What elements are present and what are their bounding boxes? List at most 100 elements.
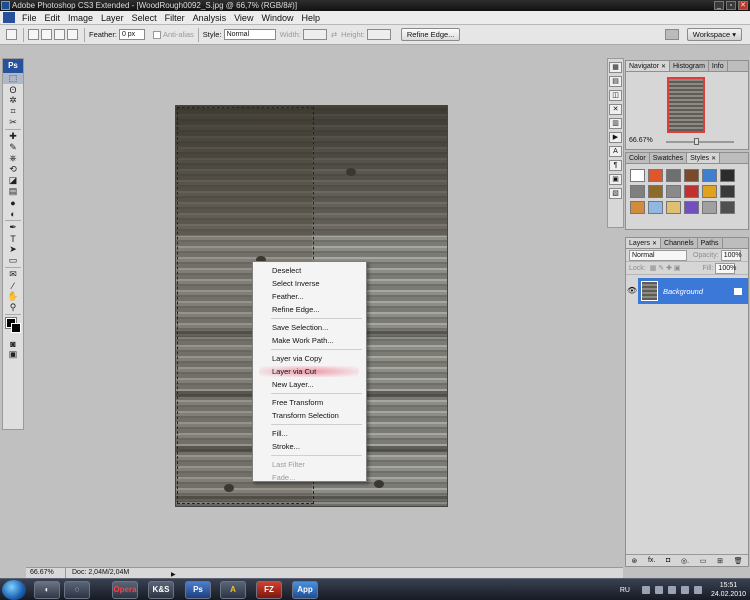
feather-input[interactable]: 0 px — [118, 29, 145, 40]
taskbar-app-a[interactable]: A — [220, 581, 246, 599]
tab-histogram[interactable]: Histogram — [670, 61, 709, 71]
maximize-button[interactable]: ▫ — [726, 1, 736, 10]
navigator-preview[interactable] — [667, 77, 705, 133]
antialias-checkbox[interactable] — [152, 30, 161, 39]
language-indicator[interactable]: RU — [620, 587, 630, 594]
menu-item-deselect[interactable]: Deselect — [253, 264, 366, 277]
crop-tool-icon[interactable]: ⌗ — [3, 106, 23, 117]
navigator-zoom-slider[interactable] — [666, 138, 734, 145]
volume-icon[interactable] — [680, 586, 689, 594]
style-swatch[interactable] — [648, 201, 663, 214]
menu-item-stroke[interactable]: Stroke... — [253, 440, 366, 453]
tab-navigator[interactable]: Navigator ✕ — [626, 61, 670, 71]
menu-item-transform-selection[interactable]: Transform Selection — [253, 409, 366, 422]
tab-info[interactable]: Info — [709, 61, 728, 71]
style-swatch[interactable] — [720, 185, 735, 198]
status-zoom[interactable]: 66.67% — [26, 568, 66, 578]
background-color-swatch[interactable] — [11, 323, 21, 333]
menu-item-select-inverse[interactable]: Select Inverse — [253, 277, 366, 290]
tray-icon[interactable] — [641, 586, 650, 594]
style-swatch[interactable] — [702, 201, 717, 214]
tray-icon[interactable] — [654, 586, 663, 594]
menu-item-feather[interactable]: Feather... — [253, 290, 366, 303]
menu-edit[interactable]: Edit — [41, 11, 65, 25]
style-swatch[interactable] — [648, 185, 663, 198]
menu-view[interactable]: View — [230, 11, 257, 25]
link-layers-icon[interactable]: ⊛ — [631, 557, 637, 565]
taskbar-icon-app[interactable]: ◌ — [64, 581, 90, 599]
tab-styles[interactable]: Styles ✕ — [687, 153, 721, 163]
menu-select[interactable]: Select — [128, 11, 161, 25]
healing-tool-icon[interactable]: ✚ — [3, 131, 23, 142]
layer-mask-icon[interactable]: ◘ — [666, 557, 670, 564]
paragraph-dock-icon[interactable]: ¶ — [609, 160, 622, 171]
style-swatch[interactable] — [630, 169, 645, 182]
network-icon[interactable] — [667, 586, 676, 594]
shape-tool-icon[interactable]: ▭ — [3, 255, 23, 266]
menu-image[interactable]: Image — [64, 11, 97, 25]
actions-dock-icon[interactable]: ▶ — [609, 132, 622, 143]
style-swatch[interactable] — [666, 201, 681, 214]
menu-item-layer-via-copy[interactable]: Layer via Copy — [253, 352, 366, 365]
layer-style-icon[interactable]: fx. — [648, 557, 655, 564]
style-swatch[interactable] — [630, 185, 645, 198]
taskbar-app-filezilla[interactable]: FZ — [256, 581, 282, 599]
fill-input[interactable]: 100% — [715, 262, 736, 274]
style-swatch[interactable] — [666, 185, 681, 198]
tab-channels[interactable]: Channels — [661, 238, 698, 248]
marquee-tool-icon[interactable]: ⬚ — [3, 73, 23, 84]
tab-layers[interactable]: Layers ✕ — [626, 238, 662, 248]
tab-swatches[interactable]: Swatches — [650, 153, 688, 163]
style-swatch[interactable] — [702, 169, 717, 182]
marquee-preset-icon[interactable] — [6, 29, 17, 40]
new-layer-icon[interactable]: ⊞ — [717, 557, 723, 565]
style-swatch[interactable] — [666, 169, 681, 182]
style-swatch[interactable] — [720, 169, 735, 182]
navigator-zoom-value[interactable]: 66.67% — [629, 137, 653, 144]
history-dock-icon[interactable]: ◫ — [609, 90, 622, 101]
tab-color[interactable]: Color — [626, 153, 650, 163]
add-selection-icon[interactable] — [41, 29, 52, 40]
color-swatches[interactable] — [3, 316, 23, 338]
menu-item-layer-via-cut[interactable]: Layer via Cut — [253, 365, 366, 378]
intersect-selection-icon[interactable] — [67, 29, 78, 40]
style-swatch[interactable] — [684, 201, 699, 214]
notes-tool-icon[interactable]: ✉ — [3, 269, 23, 280]
refine-edge-button[interactable]: Refine Edge... — [400, 28, 461, 41]
zoom-tool-icon[interactable]: ⚲ — [3, 302, 23, 313]
notes-dock-icon[interactable]: ▧ — [609, 188, 622, 199]
lock-icons[interactable]: ▦ ✎ ✚ ▣ — [650, 264, 681, 272]
menu-layer[interactable]: Layer — [97, 11, 128, 25]
screen-mode-icon[interactable]: ▣ — [3, 349, 23, 360]
gradient-tool-icon[interactable]: ▤ — [3, 186, 23, 197]
layer-comps-dock-icon[interactable]: ▥ — [609, 118, 622, 129]
clone-source-dock-icon[interactable]: ▣ — [609, 174, 622, 185]
hand-tool-icon[interactable]: ✋ — [3, 291, 23, 302]
new-group-icon[interactable]: ▭ — [700, 557, 707, 565]
opacity-input[interactable]: 100% — [720, 249, 742, 261]
eye-icon[interactable]: 👁 — [626, 278, 638, 304]
menu-item-refine-edge[interactable]: Refine Edge... — [253, 303, 366, 316]
taskbar-app-ks[interactable]: K&S — [148, 581, 174, 599]
dodge-tool-icon[interactable]: ◐ — [3, 208, 23, 219]
menu-analysis[interactable]: Analysis — [189, 11, 231, 25]
workspace-button[interactable]: Workspace ▾ — [686, 28, 742, 41]
menu-item-make-work-path[interactable]: Make Work Path... — [253, 334, 366, 347]
style-swatch[interactable] — [702, 185, 717, 198]
minimize-button[interactable]: _ — [714, 1, 724, 10]
quick-mask-icon[interactable]: ◙ — [3, 338, 23, 349]
taskbar-app-other[interactable]: App — [292, 581, 318, 599]
taskbar-app-photoshop[interactable]: Ps — [185, 581, 211, 599]
tools-dock-icon[interactable]: ✕ — [609, 104, 622, 115]
style-swatch[interactable] — [684, 185, 699, 198]
menu-item-fill[interactable]: Fill... — [253, 427, 366, 440]
taskbar-app-opera[interactable]: Opera — [112, 581, 138, 599]
menu-window[interactable]: Window — [257, 11, 297, 25]
height-input[interactable] — [366, 29, 391, 40]
brush-tool-icon[interactable]: ✎ — [3, 142, 23, 153]
character-dock-icon[interactable]: A — [609, 146, 622, 157]
document-menu-icon[interactable] — [3, 12, 15, 23]
start-button[interactable] — [2, 580, 26, 600]
blend-mode-select[interactable]: Normal — [629, 249, 687, 261]
tab-paths[interactable]: Paths — [698, 238, 723, 248]
